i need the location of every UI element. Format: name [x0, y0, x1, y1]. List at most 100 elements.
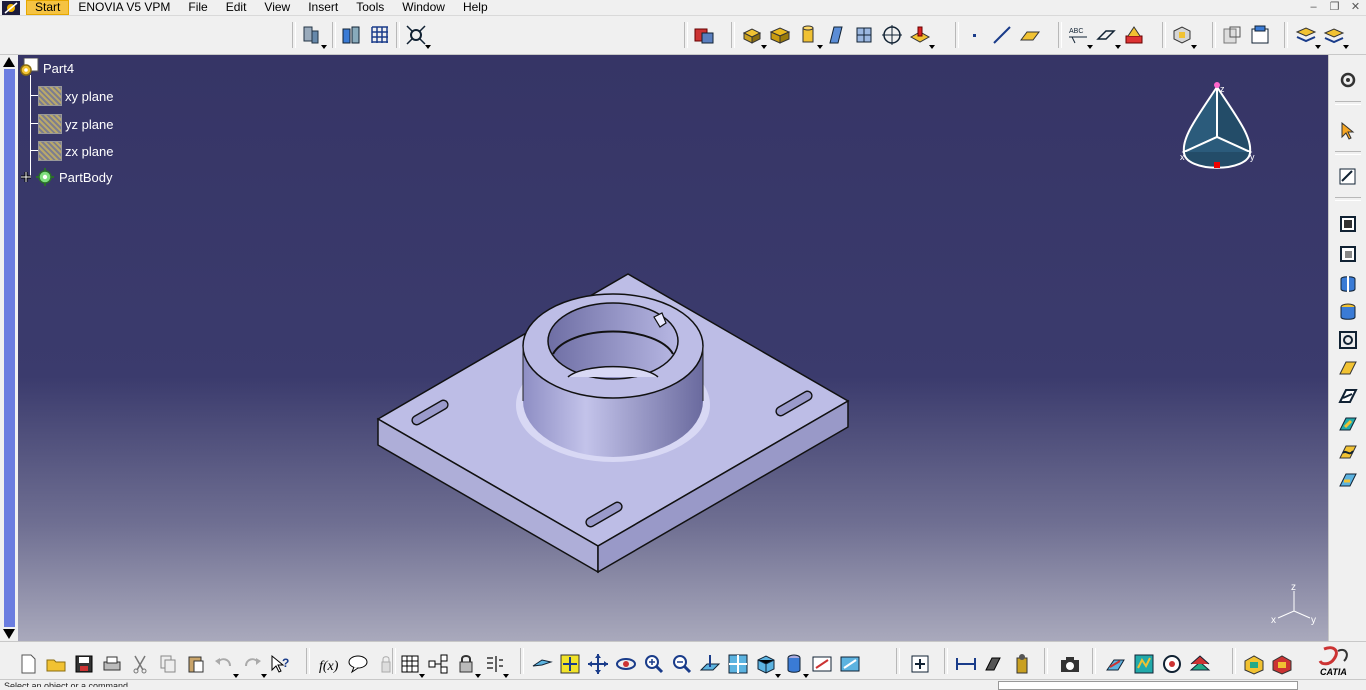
law-icon[interactable] — [454, 652, 481, 678]
close-icon[interactable]: ✕ — [1345, 0, 1366, 14]
menu-window[interactable]: Window — [393, 0, 454, 15]
undo-icon[interactable] — [212, 652, 239, 678]
thickness-feature-icon[interactable] — [1337, 301, 1359, 323]
split-feature-icon[interactable] — [1337, 273, 1359, 295]
point-icon[interactable] — [962, 23, 986, 47]
part-model[interactable] — [0, 55, 1328, 641]
toolbar-separator — [1335, 197, 1361, 201]
shaft-icon[interactable] — [796, 23, 823, 49]
menu-view[interactable]: View — [255, 0, 299, 15]
grid-icon[interactable] — [368, 23, 392, 47]
hole-feature-icon[interactable] — [1337, 329, 1359, 351]
pocket-icon[interactable] — [768, 23, 792, 47]
redo-icon[interactable] — [240, 652, 267, 678]
tools-palette-icon[interactable] — [1170, 23, 1197, 49]
iso-view-icon[interactable] — [754, 652, 781, 678]
zoom-out-icon[interactable] — [670, 652, 694, 676]
catalog-browser-icon[interactable] — [426, 652, 450, 676]
analysis-icon[interactable] — [340, 23, 364, 47]
select-sketch-plane-icon[interactable] — [300, 23, 327, 49]
pad-feature-icon[interactable] — [1337, 213, 1359, 235]
apply-material-icon[interactable] — [1122, 23, 1146, 47]
toolbar-separator — [332, 22, 336, 48]
svg-text:f(x): f(x) — [319, 659, 339, 674]
command-input[interactable] — [998, 681, 1298, 690]
flag-note-icon[interactable] — [1094, 23, 1121, 49]
new-file-icon[interactable] — [16, 652, 40, 676]
print-icon[interactable] — [100, 652, 124, 676]
rotate-icon[interactable] — [614, 652, 638, 676]
normal-view-icon[interactable] — [698, 652, 722, 676]
remove-face-icon[interactable] — [1337, 469, 1359, 491]
measure-between-icon[interactable] — [954, 652, 978, 676]
hide-show-icon[interactable] — [1322, 23, 1349, 49]
paste-icon[interactable] — [184, 652, 208, 676]
catalog-3d-icon[interactable] — [1242, 652, 1266, 676]
hide-show-toggle-icon[interactable] — [810, 652, 834, 676]
fillet-feature-icon[interactable] — [1337, 357, 1359, 379]
menu-file[interactable]: File — [179, 0, 216, 15]
photo-studio-icon[interactable] — [1160, 652, 1184, 676]
apply-material-render-icon[interactable] — [1104, 652, 1128, 676]
swap-visible-space-icon[interactable] — [838, 652, 862, 676]
shell-feature-icon[interactable] — [1337, 413, 1359, 435]
toolbar-separator — [520, 648, 524, 674]
select-arrow-icon[interactable] — [1337, 120, 1359, 142]
multi-view-icon[interactable] — [726, 652, 750, 676]
fit-all-icon[interactable] — [404, 23, 431, 49]
save-icon[interactable] — [72, 652, 96, 676]
copy-icon[interactable] — [156, 652, 180, 676]
hole-icon[interactable] — [880, 23, 904, 47]
menu-enovia[interactable]: ENOVIA V5 VPM — [69, 0, 179, 15]
rib-icon[interactable] — [824, 23, 848, 47]
menu-edit[interactable]: Edit — [217, 0, 256, 15]
menu-start[interactable]: Start — [26, 0, 70, 15]
workbench-icon[interactable] — [1248, 23, 1272, 47]
plane-icon[interactable] — [1018, 23, 1042, 47]
comment-icon[interactable] — [346, 652, 370, 676]
environment-icon[interactable] — [1188, 652, 1212, 676]
svg-text:?: ? — [282, 656, 289, 670]
catia-app-icon[interactable] — [2, 0, 20, 15]
update-icon[interactable] — [908, 652, 932, 676]
menu-insert[interactable]: Insert — [299, 0, 347, 15]
sketcher-icon[interactable] — [1337, 165, 1359, 187]
line-icon[interactable] — [990, 23, 1014, 47]
pad-icon[interactable] — [740, 23, 767, 49]
pan-icon[interactable] — [586, 652, 610, 676]
fly-mode-icon[interactable] — [530, 652, 554, 676]
whats-this-icon[interactable]: ? — [268, 652, 292, 676]
multi-section-icon[interactable] — [852, 23, 876, 47]
equations-icon[interactable] — [482, 652, 509, 678]
chamfer-feature-icon[interactable] — [1337, 385, 1359, 407]
layers-icon[interactable] — [1294, 23, 1321, 49]
draft-feature-icon[interactable] — [1337, 243, 1359, 265]
part-design-workbench-icon[interactable] — [1270, 652, 1294, 676]
design-table-icon[interactable] — [398, 652, 425, 678]
measure-inertia-icon[interactable] — [1010, 652, 1034, 676]
thread-feature-icon[interactable] — [1337, 441, 1359, 463]
shading-icon[interactable] — [782, 652, 809, 678]
zoom-in-icon[interactable] — [642, 652, 666, 676]
render-icon[interactable] — [1132, 652, 1156, 676]
text-annotation-icon[interactable]: ABC — [1066, 23, 1093, 49]
restore-icon[interactable]: ❐ — [1324, 0, 1345, 14]
triad-x-label: x — [1271, 615, 1276, 626]
fit-all-in-icon[interactable] — [558, 652, 582, 676]
minimize-icon[interactable]: – — [1303, 0, 1324, 14]
menu-help[interactable]: Help — [454, 0, 497, 15]
catalog-icon[interactable] — [692, 23, 716, 47]
svg-text:ABC: ABC — [1069, 28, 1083, 35]
measure-item-icon[interactable] — [982, 652, 1006, 676]
capture-icon[interactable] — [1058, 652, 1082, 676]
3d-viewport[interactable]: Part4 xy plane yz plane zx plane PartBod… — [0, 55, 1328, 641]
knowledge-gear-icon[interactable] — [1337, 69, 1359, 91]
stiffener-icon[interactable] — [908, 23, 935, 49]
menu-tools[interactable]: Tools — [347, 0, 393, 15]
open-file-icon[interactable] — [44, 652, 68, 676]
sketch-analysis-icon[interactable] — [1220, 23, 1244, 47]
compass-widget[interactable]: z x y — [1172, 77, 1262, 187]
toolbar-separator — [1058, 22, 1062, 48]
formula-icon[interactable]: f(x) — [318, 652, 342, 676]
cut-icon[interactable] — [128, 652, 152, 676]
